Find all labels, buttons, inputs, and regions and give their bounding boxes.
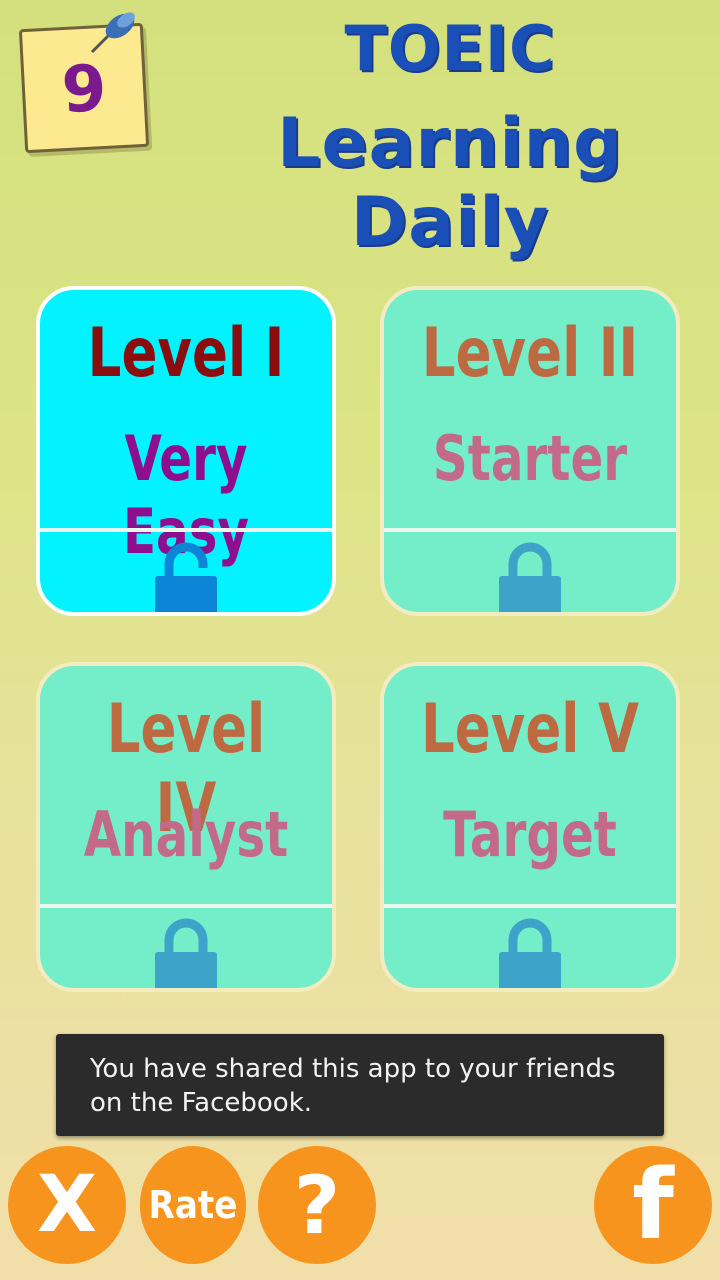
locked-padlock-icon bbox=[499, 918, 561, 988]
unlocked-padlock-icon bbox=[155, 542, 217, 612]
card-divider bbox=[384, 904, 676, 908]
app-title-line1: TOEIC bbox=[344, 12, 556, 85]
facebook-button[interactable]: f bbox=[594, 1146, 712, 1264]
card-divider bbox=[40, 528, 332, 532]
level-label: Level II bbox=[421, 314, 639, 393]
toast-line2: on the Facebook. bbox=[90, 1088, 313, 1118]
locked-padlock-icon bbox=[155, 918, 217, 988]
pushpin-icon bbox=[90, 12, 135, 54]
level-label: Level I bbox=[87, 314, 285, 393]
level-card-4[interactable]: Level IV Analyst bbox=[36, 662, 336, 992]
rate-button[interactable]: Rate bbox=[139, 1146, 247, 1264]
card-divider bbox=[40, 904, 332, 908]
level-name: Target bbox=[443, 798, 617, 871]
level-name: Analyst bbox=[83, 798, 289, 871]
card-divider bbox=[384, 528, 676, 532]
toast-line1: You have shared this app to your friends bbox=[90, 1054, 616, 1084]
share-toast: You have shared this app to your friends… bbox=[56, 1034, 664, 1136]
exit-button[interactable]: X bbox=[8, 1146, 126, 1264]
level-card-5[interactable]: Level V Target bbox=[380, 662, 680, 992]
help-button[interactable]: ? bbox=[258, 1146, 376, 1264]
level-name: Starter bbox=[432, 422, 628, 495]
level-label: Level V bbox=[420, 690, 640, 769]
app-title-line2: Learning Daily bbox=[277, 104, 623, 262]
day-number: 9 bbox=[59, 51, 109, 129]
locked-padlock-icon bbox=[499, 542, 561, 612]
level-card-1[interactable]: Level I Very Easy bbox=[36, 286, 336, 616]
level-card-2[interactable]: Level II Starter bbox=[380, 286, 680, 616]
